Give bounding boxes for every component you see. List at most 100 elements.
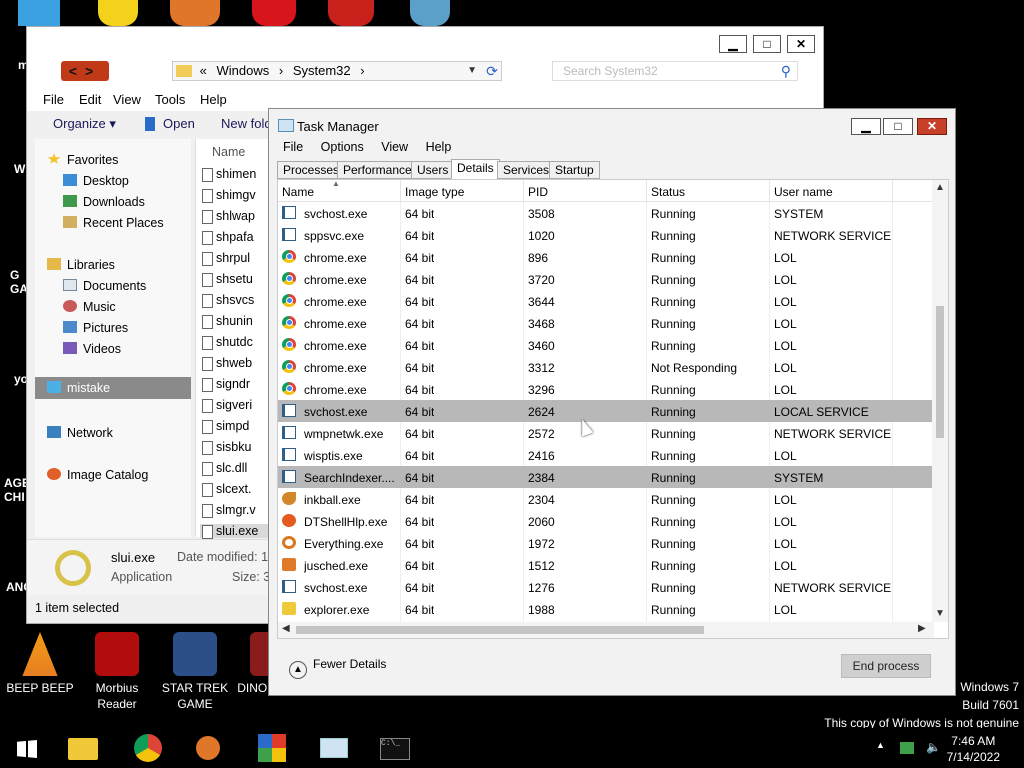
- table-row[interactable]: chrome.exe 64 bit 3312 Not Responding LOL: [278, 356, 934, 378]
- scroll-thumb[interactable]: [936, 306, 944, 438]
- nav-network[interactable]: Network: [47, 426, 113, 440]
- close-button[interactable]: ✕: [787, 35, 815, 53]
- explorer-titlebar[interactable]: ▁ □ ✕ <> « Windows › System32 › ▼ ⟳ Sear…: [27, 27, 823, 93]
- fewer-details-button[interactable]: ▲ Fewer Details: [289, 657, 386, 679]
- desktop-icon-partial-3[interactable]: [170, 0, 220, 26]
- table-row[interactable]: svchost.exe 64 bit 2624 Running LOCAL SERVIC…: [278, 400, 934, 422]
- nav-videos[interactable]: Videos: [63, 342, 121, 356]
- breadcrumb-windows[interactable]: Windows: [216, 63, 269, 78]
- tab-processes[interactable]: Processes: [277, 161, 346, 179]
- address-bar[interactable]: « Windows › System32 › ▼: [172, 61, 502, 81]
- file-item[interactable]: shrpul: [202, 251, 250, 266]
- table-row[interactable]: DTShellHlp.exe 64 bit 2060 Running LOL: [278, 510, 934, 532]
- table-row[interactable]: inkball.exe 64 bit 2304 Running LOL: [278, 488, 934, 510]
- tab-details[interactable]: Details: [451, 159, 500, 179]
- end-process-button[interactable]: End process: [841, 654, 931, 678]
- file-item[interactable]: sigveri: [202, 398, 252, 413]
- scroll-thumb[interactable]: [296, 626, 704, 634]
- vertical-scrollbar[interactable]: ▲ ▼: [932, 180, 948, 622]
- scroll-left-arrow-icon[interactable]: ◀: [282, 623, 290, 634]
- tm-menu-file[interactable]: File: [283, 140, 303, 154]
- volume-icon[interactable]: 🔈: [926, 740, 941, 754]
- file-item[interactable]: signdr: [202, 377, 250, 392]
- tab-services[interactable]: Services: [497, 161, 556, 179]
- nav-favorites[interactable]: Favorites: [47, 153, 118, 167]
- close-button[interactable]: ✕: [917, 118, 947, 135]
- file-item[interactable]: shutdc: [202, 335, 253, 350]
- file-item[interactable]: shpafa: [202, 230, 254, 245]
- address-dropdown-icon[interactable]: ▼: [467, 62, 477, 80]
- tm-menu-view[interactable]: View: [381, 140, 408, 154]
- breadcrumb-system32[interactable]: System32: [293, 63, 351, 78]
- column-header-user-name[interactable]: User name: [774, 185, 833, 199]
- scroll-right-arrow-icon[interactable]: ▶: [918, 623, 926, 634]
- taskbar-explorer[interactable]: [64, 732, 100, 764]
- open-button[interactable]: Open: [163, 116, 195, 131]
- column-header-name[interactable]: Name: [282, 185, 314, 199]
- file-item[interactable]: shimgv: [202, 188, 256, 203]
- table-row[interactable]: chrome.exe 64 bit 3460 Running LOL: [278, 334, 934, 356]
- desktop-icon-morbius-reader[interactable]: Morbius Reader: [77, 632, 157, 712]
- table-row[interactable]: chrome.exe 64 bit 896 Running LOL: [278, 246, 934, 268]
- start-button[interactable]: [8, 732, 46, 764]
- file-item[interactable]: shlwap: [202, 209, 255, 224]
- file-item[interactable]: sisbku: [202, 440, 251, 455]
- column-header-name[interactable]: Name: [212, 145, 245, 159]
- table-row[interactable]: explorer.exe 64 bit 1988 Running LOL: [278, 598, 934, 620]
- table-row[interactable]: wisptis.exe 64 bit 2416 Running LOL: [278, 444, 934, 466]
- scroll-down-arrow-icon[interactable]: ▼: [935, 608, 945, 619]
- nav-image-catalog[interactable]: Image Catalog: [47, 468, 148, 482]
- nav-mistake[interactable]: mistake: [35, 377, 191, 399]
- minimize-button[interactable]: ▁: [851, 118, 881, 135]
- menu-file[interactable]: File: [43, 92, 64, 107]
- desktop-icon-star-trek-game[interactable]: STAR TREK GAME: [155, 632, 235, 712]
- table-row[interactable]: jusched.exe 64 bit 1512 Running LOL: [278, 554, 934, 576]
- table-row[interactable]: Everything.exe 64 bit 1972 Running LOL: [278, 532, 934, 554]
- table-row[interactable]: sppsvc.exe 64 bit 1020 Running NETWORK SERVI…: [278, 224, 934, 246]
- desktop-icon-partial-2[interactable]: [98, 0, 138, 26]
- search-input[interactable]: Search System32 ⚲: [552, 61, 798, 81]
- maximize-button[interactable]: □: [883, 118, 913, 135]
- file-item[interactable]: slcext.: [202, 482, 251, 497]
- file-item[interactable]: shimen: [202, 167, 256, 182]
- tab-startup[interactable]: Startup: [549, 161, 600, 179]
- table-row[interactable]: SearchIndexer.... 64 bit 2384 Running SYSTEM: [278, 466, 934, 488]
- file-item[interactable]: slui.exe: [200, 524, 276, 539]
- back-forward-buttons[interactable]: <>: [61, 61, 109, 81]
- maximize-button[interactable]: □: [753, 35, 781, 53]
- file-item[interactable]: slc.dll: [202, 461, 247, 476]
- taskbar-chrome[interactable]: [130, 732, 166, 764]
- nav-downloads[interactable]: Downloads: [63, 195, 145, 209]
- column-header-pid[interactable]: PID: [528, 185, 548, 199]
- table-row[interactable]: chrome.exe 64 bit 3644 Running LOL: [278, 290, 934, 312]
- desktop-icon-partial-4[interactable]: [252, 0, 296, 26]
- table-row[interactable]: svchost.exe 64 bit 1276 Running NETWORK SERV…: [278, 576, 934, 598]
- table-row[interactable]: chrome.exe 64 bit 3468 Running LOL: [278, 312, 934, 334]
- nav-documents[interactable]: Documents: [63, 279, 146, 293]
- new-folder-button[interactable]: New fold: [221, 116, 272, 131]
- desktop-icon-partial-5[interactable]: [328, 0, 374, 26]
- column-header-status[interactable]: Status: [651, 185, 685, 199]
- menu-tools[interactable]: Tools: [155, 92, 185, 107]
- taskbar-task-manager[interactable]: [316, 732, 352, 764]
- task-manager-window[interactable]: Task Manager ▁ □ ✕ File Options View Hel…: [268, 108, 956, 696]
- show-hidden-icons-button[interactable]: ▲: [876, 740, 885, 750]
- file-item[interactable]: slmgr.v: [202, 503, 256, 518]
- horizontal-scrollbar[interactable]: ◀ ▶: [278, 622, 934, 638]
- taskbar-cmd[interactable]: C:\_: [378, 732, 414, 764]
- menu-help[interactable]: Help: [200, 92, 227, 107]
- file-item[interactable]: shsetu: [202, 272, 253, 287]
- scroll-up-arrow-icon[interactable]: ▲: [935, 182, 945, 193]
- file-item[interactable]: shweb: [202, 356, 252, 371]
- organize-button[interactable]: Organize ▾: [53, 116, 116, 132]
- file-item[interactable]: simpd: [202, 419, 249, 434]
- desktop-icon-beep-beep[interactable]: BEEP BEEP: [0, 632, 80, 696]
- tm-menu-options[interactable]: Options: [321, 140, 364, 154]
- column-header-image-type[interactable]: Image type: [405, 185, 464, 199]
- table-row[interactable]: wmpnetwk.exe 64 bit 2572 Running NETWORK SER…: [278, 422, 934, 444]
- clock[interactable]: 7:46 AM 7/14/2022: [947, 733, 1000, 765]
- desktop-icon-partial-1[interactable]: [18, 0, 60, 26]
- table-row[interactable]: chrome.exe 64 bit 3720 Running LOL: [278, 268, 934, 290]
- taskbar-paint[interactable]: [190, 732, 226, 764]
- table-row[interactable]: chrome.exe 64 bit 3296 Running LOL: [278, 378, 934, 400]
